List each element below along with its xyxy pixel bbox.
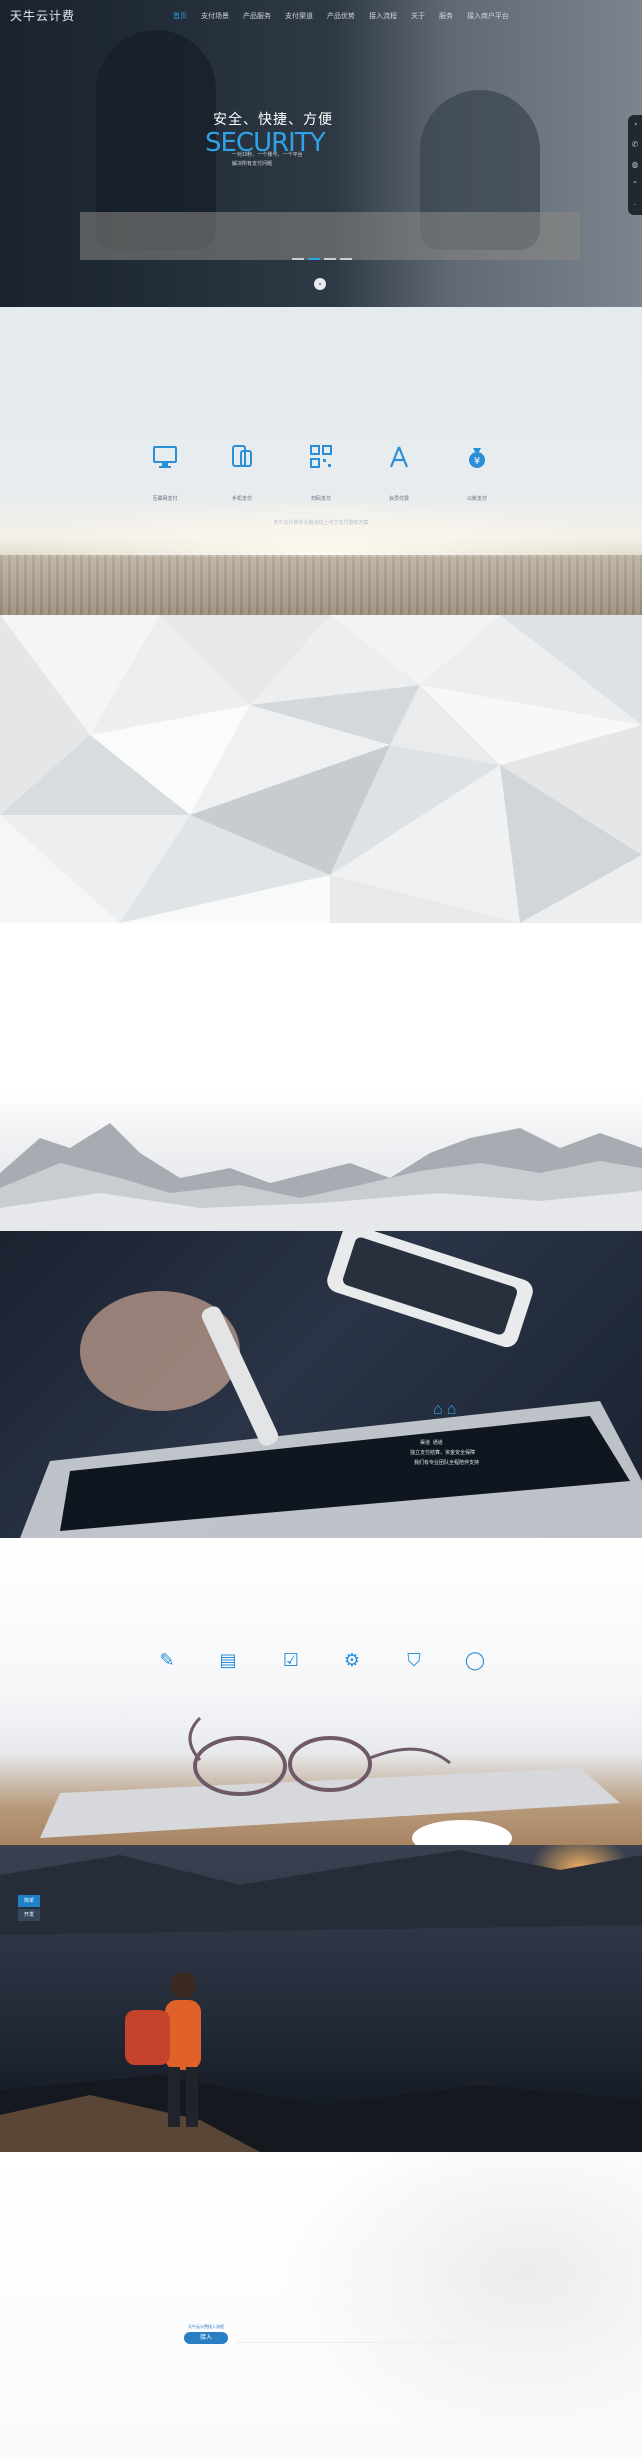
services-section: 互联网支付 手机支付 扫码支付 会员付费 ¥ 公账支付 天牛云计费专业解决线上线… [0,307,642,615]
qq-icon[interactable]: ◔ [628,115,642,135]
service-item-internet[interactable]: 互联网支付 [135,445,195,502]
service-label: 公账支付 [466,496,487,502]
hiker-tab-develop[interactable]: 开发 [18,1909,40,1921]
service-item-member[interactable]: 会员付费 [369,445,429,502]
badge-label: 接入 [184,2332,228,2344]
service-label: 互联网支付 [152,496,178,502]
nav-item-home[interactable]: 首页 [166,11,194,21]
wechat-icon[interactable]: ◍ [628,155,642,175]
divider-line [236,2342,466,2343]
tablet-line-1: 独立支付结算，资金安全保障 [410,1450,476,1456]
top-icon[interactable]: ⌃ [628,175,642,195]
monitor-icon [135,445,195,475]
app-store-icon [369,445,429,475]
service-label: 扫码支付 [310,496,331,502]
process-section: 天牛云计费接入流程 接入 [0,2152,642,2459]
service-item-mobile[interactable]: 手机支付 [212,445,272,502]
wooden-floor [0,555,642,615]
service-item-corporate[interactable]: ¥ 公账支付 [447,445,507,502]
nav-item-service[interactable]: 服务 [432,11,460,21]
service-label: 会员付费 [388,496,409,502]
carousel-dot[interactable] [292,258,304,260]
tablet-line-2: 我们有专业团队全程陪伴支持 [414,1460,480,1466]
nav-item-merchant[interactable]: 接入商户平台 [460,11,516,21]
mountain-section [0,923,642,1231]
hiker-photo [0,1850,642,2152]
phone-icon[interactable]: ✆ [628,135,642,155]
hero-sub-line-1: 一对10秒、一个账号、一个平台 [232,152,303,158]
badge-caption: 天牛云计费接入流程 [188,2324,224,2329]
tablet-photo [20,1231,642,1538]
floating-sidebar: ◔ ✆ ◍ ⌃ · [628,115,642,215]
nav-item-advantages[interactable]: 产品优势 [320,11,362,21]
carousel-dot[interactable] [340,258,352,260]
hiker-tab-simple[interactable]: 简单 [18,1895,40,1907]
carousel-dots [292,258,352,260]
process-badge: 天牛云计费接入流程 接入 [184,2324,228,2344]
services-tagline: 天牛云计费专业解决线上线下支付整体方案 [273,520,369,526]
mobile-icon [212,445,272,475]
service-label: 手机支付 [231,496,252,502]
site-logo[interactable]: 天牛云计费 [10,7,75,24]
mountain-art [0,1123,642,1231]
close-icon[interactable]: · [628,195,642,215]
tablet-tab-a[interactable]: 渠道 [420,1440,430,1446]
advantages-section: ✎ ▤ ☑ ⚙ ⛉ ◯ [0,1538,642,1845]
nav-item-channels[interactable]: 支付渠道 [278,11,320,21]
hero-banner: 天牛云计费 首页 支付场景 产品服务 支付渠道 产品优势 接入流程 关于 服务 … [0,0,642,307]
tablet-tab-b[interactable]: 通道 [433,1440,443,1446]
chevron-down-icon[interactable]: ⌄ [314,278,326,290]
polygon-background-section [0,615,642,923]
tablet-icons: ⌂⌂ [433,1401,460,1419]
tablet-section: ⌂⌂ 渠道 通道 独立支付结算，资金安全保障 我们有专业团队全程陪伴支持 [0,1231,642,1538]
bank-icon: ⌂ [446,1401,461,1418]
nav-item-about[interactable]: 关于 [404,11,432,21]
network-icon: ⌂ [433,1401,447,1418]
carousel-dot[interactable] [324,258,336,260]
nav-item-products[interactable]: 产品服务 [236,11,278,21]
service-item-qrcode[interactable]: 扫码支付 [291,445,351,502]
hero-sub-line-2: 解决所有支付问题 [232,161,273,167]
nav-item-process[interactable]: 接入流程 [362,11,404,21]
hiker-section: 简单 开发 [0,1845,642,2152]
svg-text:¥: ¥ [474,456,480,467]
tablet-tabs: 渠道 通道 [420,1439,443,1446]
blurred-background [260,2152,642,2459]
horizon-glow [0,497,642,557]
qrcode-icon [291,445,351,475]
main-nav: 首页 支付场景 产品服务 支付渠道 产品优势 接入流程 关于 服务 接入商户平台 [166,11,516,21]
glasses-photo [40,1716,620,1845]
coin-bag-icon: ¥ [447,445,507,475]
polygon-art [0,615,642,923]
nav-item-scenes[interactable]: 支付场景 [194,11,236,21]
hero-slogan: 安全、快捷、方便 [213,111,333,127]
carousel-dot-active[interactable] [308,258,320,260]
